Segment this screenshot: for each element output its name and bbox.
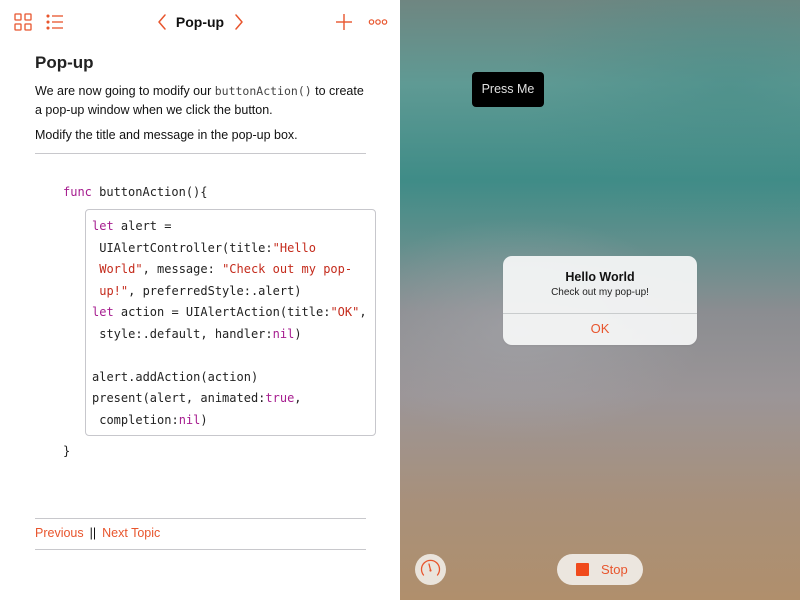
list-icon[interactable] xyxy=(45,12,65,32)
previous-link[interactable]: Previous xyxy=(35,526,84,540)
press-me-button[interactable]: Press Me xyxy=(472,72,544,107)
speedometer-icon xyxy=(415,554,446,585)
speedometer-button[interactable] xyxy=(415,554,446,585)
code-text: action = UIAlertAction(title: xyxy=(113,305,331,319)
live-view: Press Me Hello World Check out my pop-up… xyxy=(400,0,800,600)
footer-nav: Previous || Next Topic xyxy=(35,526,160,540)
code-keyword: nil xyxy=(178,412,201,427)
stop-icon xyxy=(576,563,589,576)
code-keyword: true xyxy=(265,391,295,405)
code-line: let action = UIAlertAction(title:"OK", xyxy=(92,302,367,324)
code-line: let alert = xyxy=(92,216,367,238)
lesson-paragraph-2: Modify the title and message in the pop-… xyxy=(35,128,298,142)
toolbar: Pop-up xyxy=(0,0,400,44)
stop-button[interactable]: Stop xyxy=(557,554,643,585)
code-line: up!", preferredStyle:.alert) xyxy=(92,281,367,303)
code-string: "Hello xyxy=(272,240,316,255)
alert-dialog: Hello World Check out my pop-up! OK xyxy=(503,256,697,345)
code-string: up!" xyxy=(92,283,129,298)
code-line: present(alert, animated:true, xyxy=(92,388,367,410)
inline-code: buttonAction() xyxy=(214,84,312,98)
code-keyword: let xyxy=(92,219,114,233)
code-keyword: nil xyxy=(272,326,295,341)
lesson-pane: Pop-up Pop-up We are now going to modify… xyxy=(0,0,400,600)
lesson-content: Pop-up We are now going to modify our bu… xyxy=(35,50,366,154)
more-icon[interactable] xyxy=(368,12,388,32)
code-text: completion: xyxy=(92,412,179,427)
code-text: style:.default, handler: xyxy=(92,326,273,341)
code-text: ) xyxy=(200,412,208,427)
stop-label: Stop xyxy=(601,562,628,577)
code-string: "Check out my pop- xyxy=(222,262,353,276)
code-text: alert.addAction(action) xyxy=(92,369,259,384)
lesson-paragraph-1-start: We are now going to modify our xyxy=(35,84,215,98)
code-line: UIAlertController(title:"Hello xyxy=(92,238,367,260)
next-topic-link[interactable]: Next Topic xyxy=(102,526,160,540)
code-line: alert.addAction(action) xyxy=(92,367,367,389)
code-line: completion:nil) xyxy=(92,410,367,432)
code-line: World", message: "Check out my pop- xyxy=(92,259,367,281)
code-text: , xyxy=(294,391,302,405)
code-keyword: let xyxy=(92,305,114,319)
alert-title: Hello World xyxy=(565,270,635,284)
grid-icon[interactable] xyxy=(13,12,33,32)
code-line: style:.default, handler:nil) xyxy=(92,324,367,346)
chevron-right-icon[interactable] xyxy=(228,12,248,32)
func-signature: buttonAction(){ xyxy=(91,185,208,199)
code-editor-box[interactable]: let alert = UIAlertController(title:"Hel… xyxy=(85,209,376,436)
code-text: , message: xyxy=(142,262,223,276)
code-text: , preferredStyle:.alert) xyxy=(128,283,302,298)
divider xyxy=(35,153,366,154)
divider xyxy=(35,549,366,550)
closing-brace: } xyxy=(63,444,71,458)
chevron-left-icon[interactable] xyxy=(153,12,173,32)
alert-ok-button[interactable]: OK xyxy=(503,313,697,345)
divider xyxy=(35,518,366,519)
func-declaration: func buttonAction(){ xyxy=(63,182,208,204)
nav-separator: || xyxy=(89,526,97,540)
lesson-heading: Pop-up xyxy=(35,53,94,72)
code-text: UIAlertController(title: xyxy=(92,240,273,255)
lesson-paragraph-1: We are now going to modify our buttonAct… xyxy=(35,82,366,120)
page-title: Pop-up xyxy=(175,14,225,30)
code-text: alert = xyxy=(113,219,172,233)
code-string: World" xyxy=(92,262,143,276)
code-string: "OK" xyxy=(330,305,360,319)
code-text: , xyxy=(359,305,367,319)
plus-icon[interactable] xyxy=(334,12,354,32)
alert-message: Check out my pop-up! xyxy=(551,287,649,298)
code-lines[interactable]: let alert = UIAlertController(title:"Hel… xyxy=(92,216,367,431)
code-text: ) xyxy=(294,326,302,341)
code-text: present(alert, animated: xyxy=(92,391,266,405)
func-keyword: func xyxy=(63,185,92,199)
